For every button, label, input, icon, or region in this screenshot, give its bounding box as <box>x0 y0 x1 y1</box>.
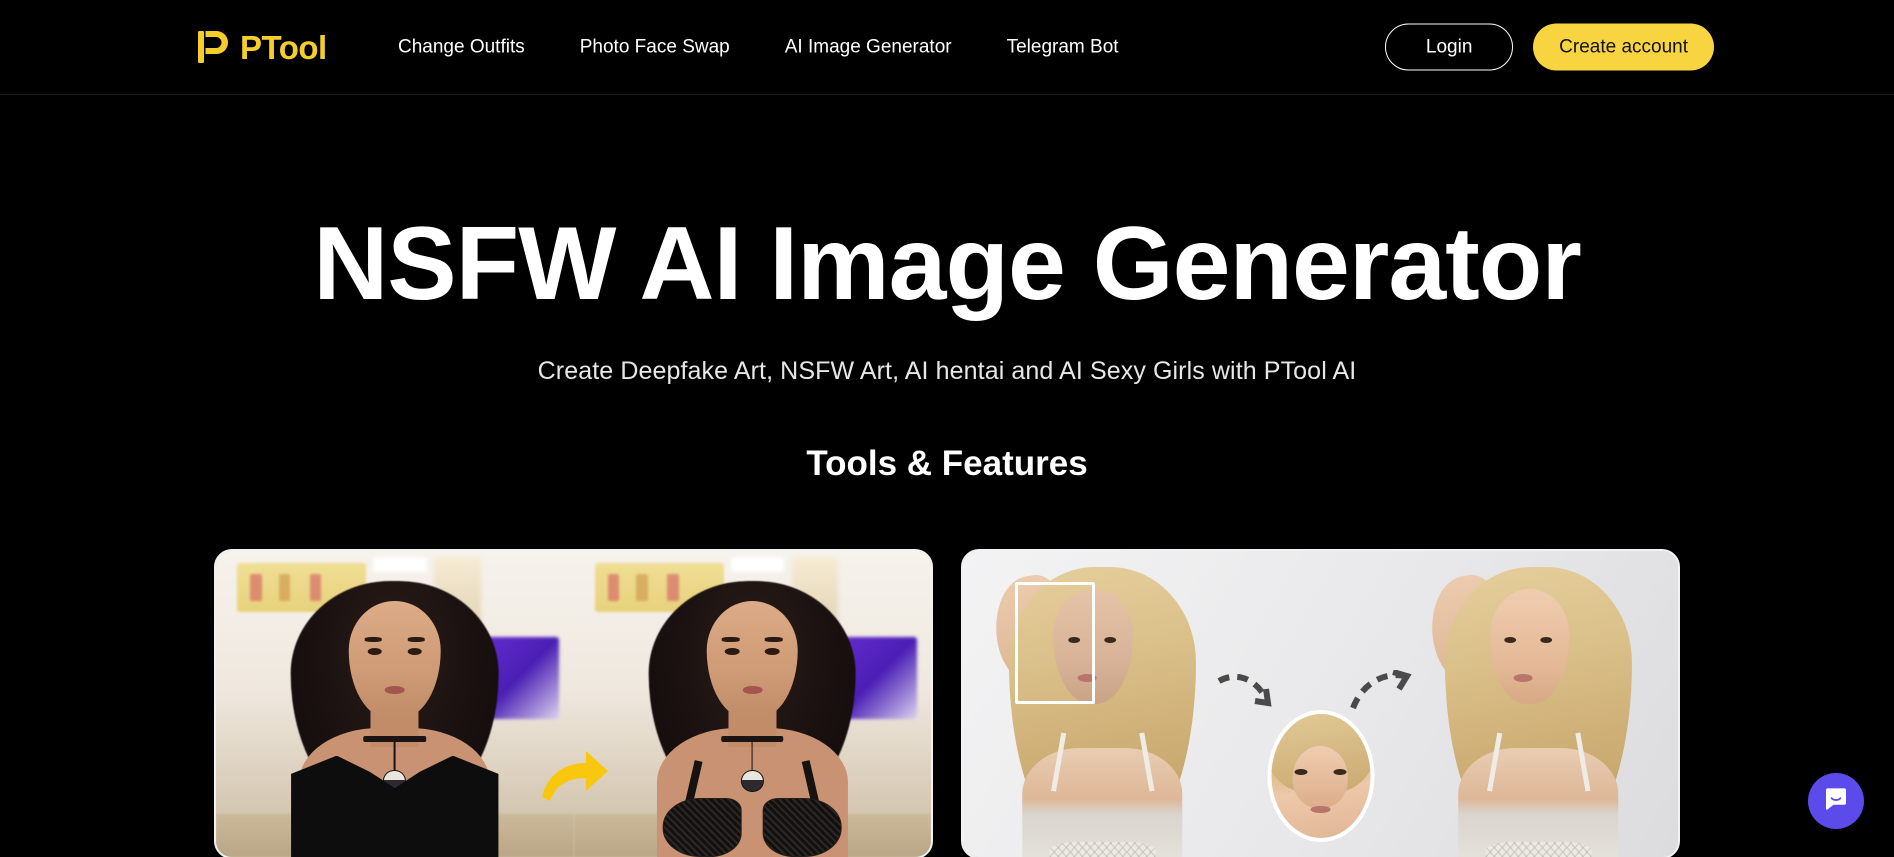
faceswap-source-photo <box>984 551 1220 857</box>
ptool-logo-icon <box>196 29 230 65</box>
hero-subtitle: Create Deepfake Art, NSFW Art, AI hentai… <box>537 357 1357 386</box>
dashed-arrow-down-icon <box>1217 673 1285 719</box>
nav-item-photo-face-swap[interactable]: Photo Face Swap <box>580 38 730 57</box>
outfit-before-half <box>216 551 574 857</box>
tools-section-title: Tools & Features <box>806 444 1088 484</box>
yellow-arrow-icon <box>538 747 610 807</box>
tools-cards-grid <box>0 549 1894 857</box>
swapped-face-thumbnail <box>1267 710 1374 843</box>
site-header: PTool Change Outfits Photo Face Swap AI … <box>0 0 1894 95</box>
outfit-after-half <box>573 551 931 857</box>
nav-item-change-outfits[interactable]: Change Outfits <box>398 38 525 57</box>
tool-card-photo-face-swap[interactable] <box>961 549 1680 857</box>
tool-card-change-outfits[interactable] <box>214 549 933 857</box>
chat-launcher-button[interactable] <box>1808 773 1864 829</box>
photo-face-swap-demo-image <box>963 551 1678 857</box>
page-root: PTool Change Outfits Photo Face Swap AI … <box>0 0 1894 857</box>
auth-actions: Login Create account <box>1385 23 1714 71</box>
nav-item-telegram-bot[interactable]: Telegram Bot <box>1007 38 1119 57</box>
chat-bubble-icon <box>1822 785 1850 818</box>
faceswap-result-photo <box>1421 551 1657 857</box>
create-account-button[interactable]: Create account <box>1533 23 1714 71</box>
face-selection-box <box>1015 581 1096 704</box>
brand-name: PTool <box>240 28 327 66</box>
brand-logo[interactable]: PTool <box>196 29 327 65</box>
nav-item-ai-image-generator[interactable]: AI Image Generator <box>785 38 952 57</box>
page-title: NSFW AI Image Generator <box>313 206 1582 322</box>
dashed-arrow-up-icon <box>1349 669 1417 716</box>
main-navigation: Change Outfits Photo Face Swap AI Image … <box>398 38 1119 57</box>
change-outfits-demo-image <box>216 551 931 857</box>
login-button[interactable]: Login <box>1385 23 1514 71</box>
hero-section: NSFW AI Image Generator Create Deepfake … <box>0 95 1894 484</box>
